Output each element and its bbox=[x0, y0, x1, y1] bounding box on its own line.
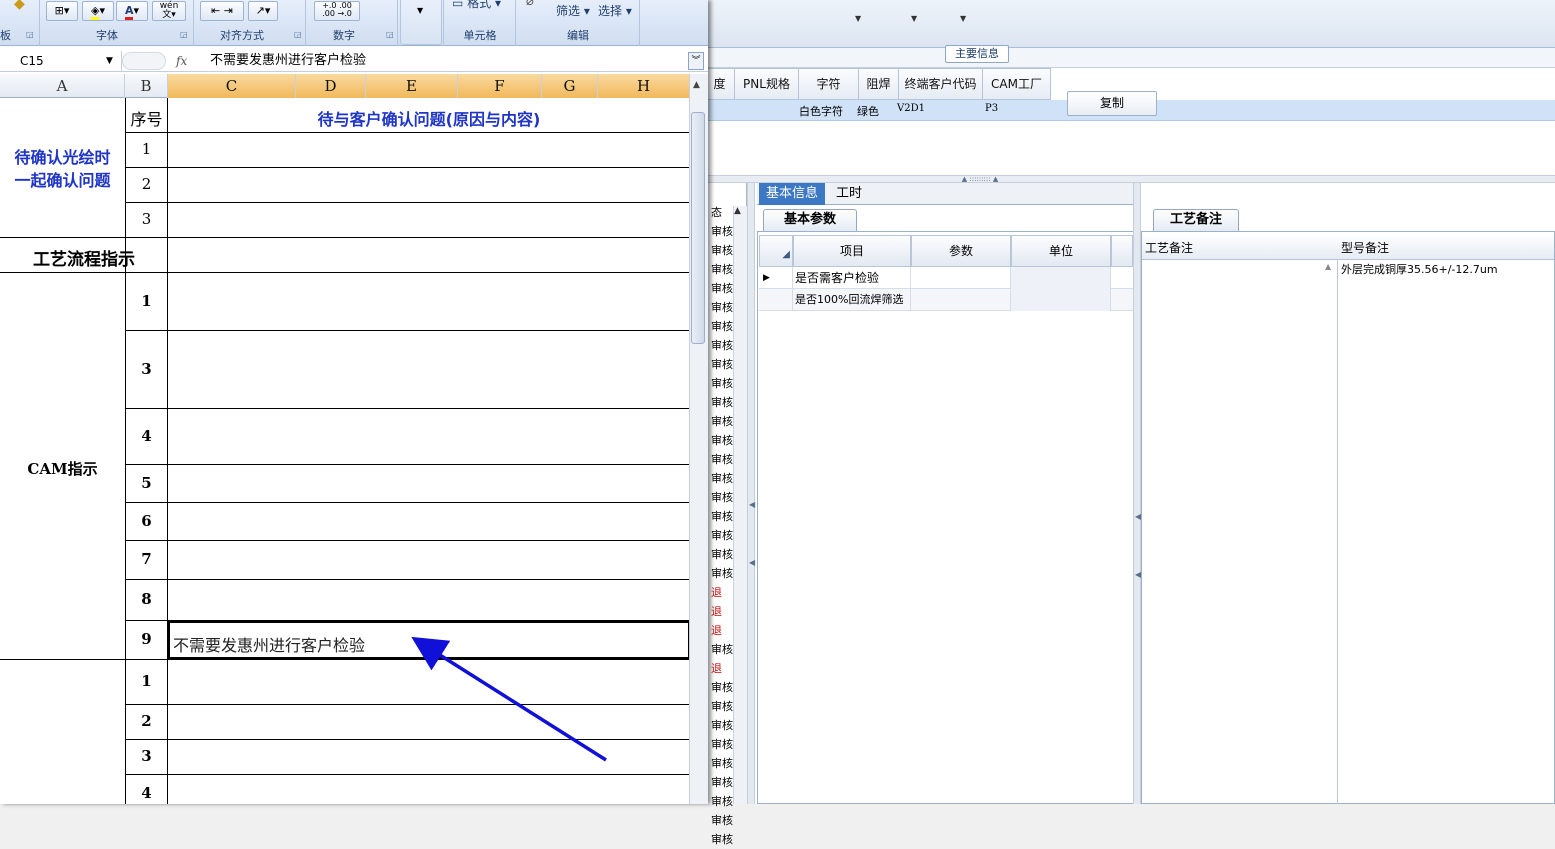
annotation-arrow bbox=[411, 636, 607, 762]
arrow-line bbox=[411, 636, 607, 762]
status-item[interactable]: 审核 bbox=[711, 830, 733, 849]
status-item[interactable]: 审核 bbox=[711, 811, 733, 830]
